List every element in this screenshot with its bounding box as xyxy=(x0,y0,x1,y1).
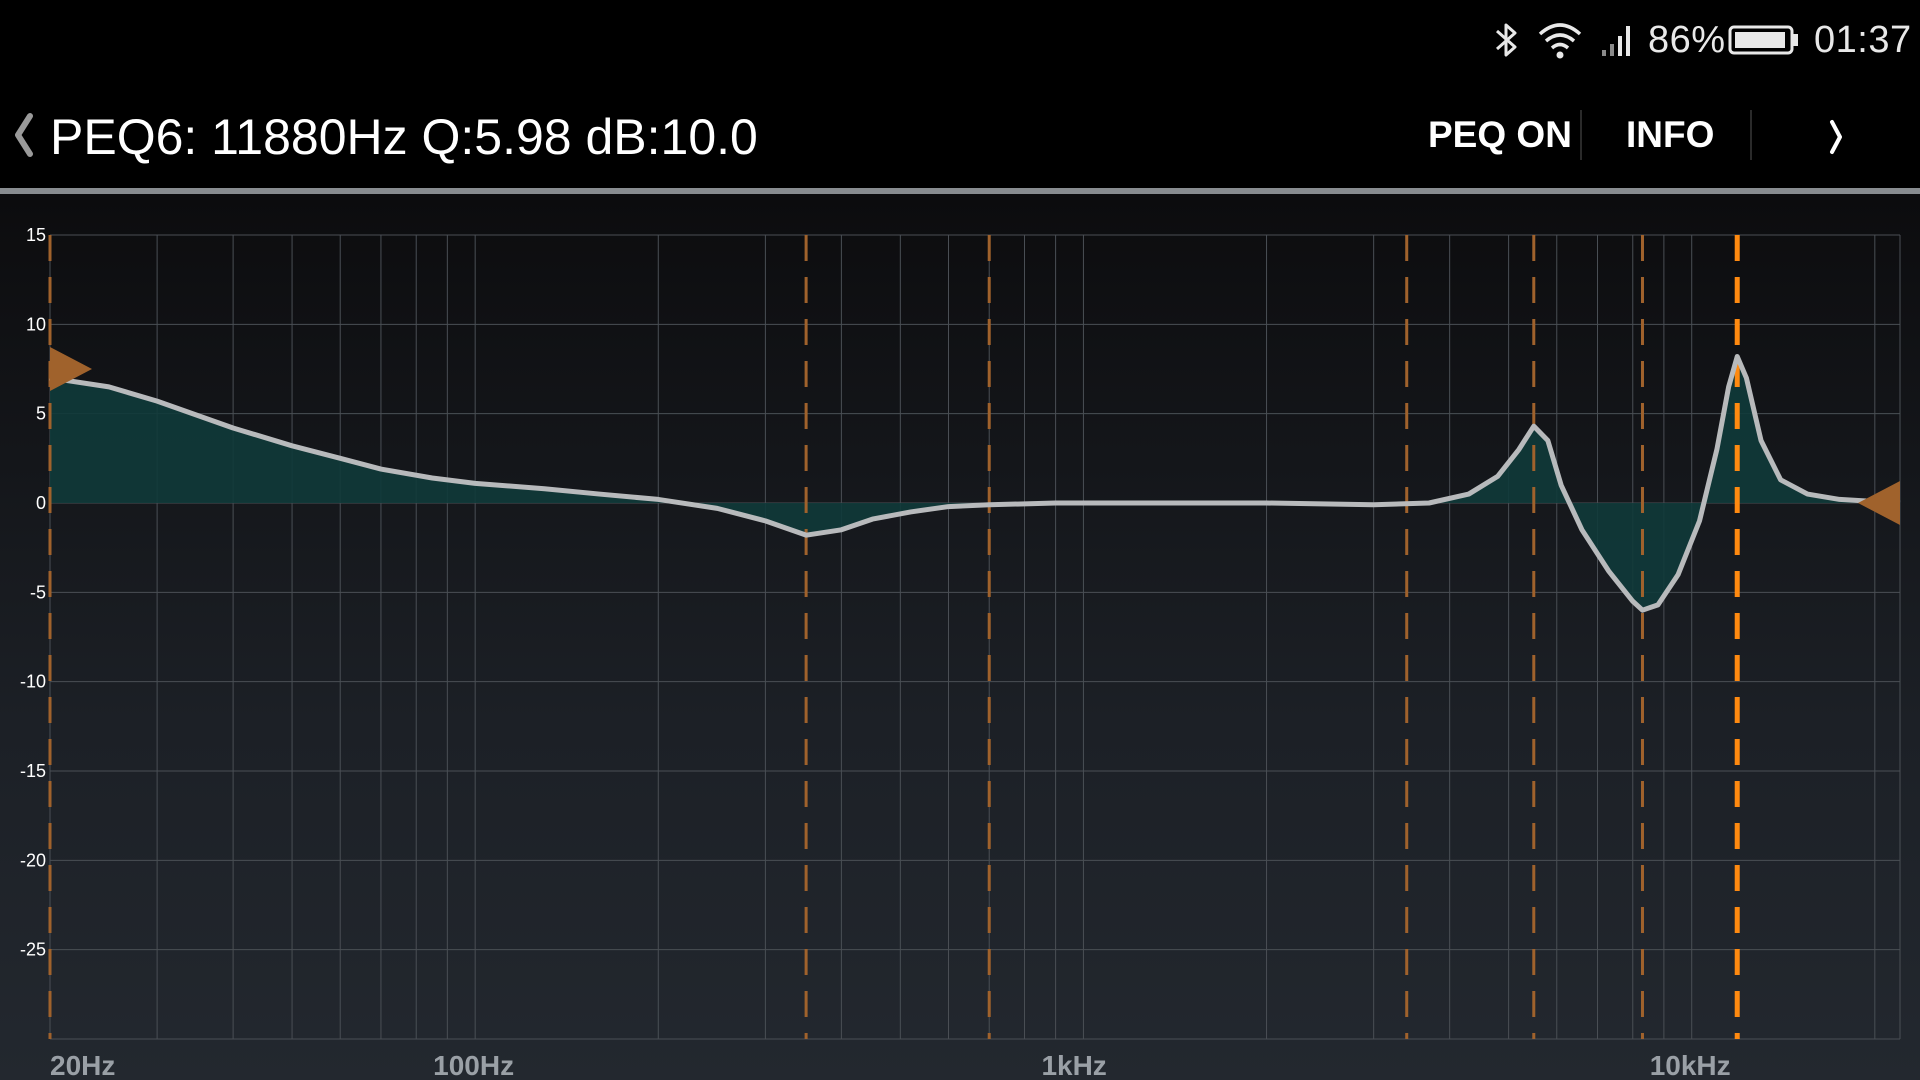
y-tick-label: -10 xyxy=(20,672,46,692)
eq-graph[interactable]: 15 10 5 0 -5 -10 -15 -20 -25 20Hz 100Hz 1kHz 10kHz xyxy=(0,194,1920,1080)
y-tick-label: -15 xyxy=(20,761,46,781)
bluetooth-icon xyxy=(1493,18,1521,62)
y-tick-label: -5 xyxy=(30,582,46,602)
x-tick-label: 1kHz xyxy=(1041,1050,1106,1080)
chevron-right-icon[interactable] xyxy=(1822,114,1852,160)
chevron-left-icon[interactable] xyxy=(8,110,38,160)
x-tick-label: 20Hz xyxy=(50,1050,115,1080)
y-tick-label: 10 xyxy=(26,314,46,334)
response-fill xyxy=(50,356,1900,611)
divider xyxy=(1750,110,1752,160)
y-tick-label: -25 xyxy=(20,940,46,960)
x-tick-label: 100Hz xyxy=(433,1050,514,1080)
action-bar: PEQ6: 11880Hz Q:5.98 dB:10.0 PEQ ON INFO xyxy=(0,80,1920,190)
battery-percent-text: 86% xyxy=(1648,18,1726,61)
divider xyxy=(1580,110,1582,160)
clock-text: 01:37 xyxy=(1814,18,1912,61)
y-tick-label: 5 xyxy=(36,404,46,424)
y-tick-label: 0 xyxy=(36,493,46,513)
high-shelf-handle xyxy=(1858,481,1900,525)
page-title: PEQ6: 11880Hz Q:5.98 dB:10.0 xyxy=(50,109,758,165)
y-tick-label: 15 xyxy=(26,225,46,245)
x-tick-label: 10kHz xyxy=(1650,1050,1731,1080)
signal-icon xyxy=(1600,18,1634,62)
info-button[interactable]: INFO xyxy=(1626,114,1714,156)
wifi-icon xyxy=(1536,18,1584,62)
status-bar: 86% 01:37 xyxy=(0,0,1920,80)
clock: 01:37 xyxy=(1814,18,1912,62)
y-tick-label: -20 xyxy=(20,850,46,870)
battery-icon xyxy=(1728,18,1800,62)
peq-toggle-button[interactable]: PEQ ON xyxy=(1428,114,1572,156)
grid-lines xyxy=(49,234,1901,1040)
eq-graph-svg[interactable]: 15 10 5 0 -5 -10 -15 -20 -25 20Hz 100Hz 1kHz 10kHz xyxy=(0,194,1920,1080)
battery-percent: 86% xyxy=(1648,18,1726,62)
